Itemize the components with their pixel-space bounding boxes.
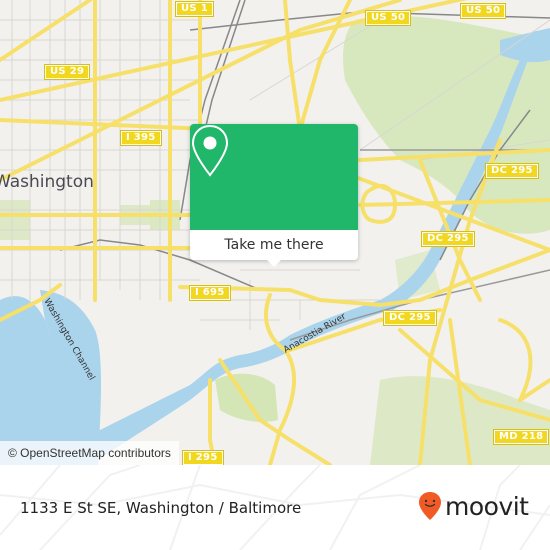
route-shield-dc295: DC 295 bbox=[383, 310, 437, 326]
route-shield-us50: US 50 bbox=[364, 10, 412, 26]
popup-header bbox=[190, 124, 358, 230]
route-shield-i295: I 295 bbox=[182, 450, 224, 465]
footer-bar: 1133 E St SE, Washington / Baltimore moo… bbox=[0, 465, 550, 550]
location-pin-icon bbox=[191, 124, 229, 177]
take-me-there-button[interactable]: Take me there bbox=[190, 230, 358, 260]
route-shield-dc295: DC 295 bbox=[485, 163, 539, 179]
route-shield-us29: US 29 bbox=[43, 64, 91, 80]
map-attribution[interactable]: © OpenStreetMap contributors bbox=[0, 441, 179, 465]
address-text: 1133 E St SE, Washington / Baltimore bbox=[20, 498, 302, 517]
moovit-logo[interactable]: moovit bbox=[418, 491, 529, 521]
map-view[interactable]: Washington Washington Channel Anacostia … bbox=[0, 0, 550, 465]
route-shield-md218: MD 218 bbox=[492, 429, 550, 445]
moovit-pin-icon bbox=[419, 492, 441, 520]
location-popup: Take me there bbox=[190, 124, 358, 267]
moovit-wordmark: moovit bbox=[445, 491, 529, 521]
route-shield-us50: US 50 bbox=[459, 3, 507, 19]
route-shield-i695: I 695 bbox=[189, 285, 231, 301]
route-shield-i395: I 395 bbox=[120, 130, 162, 146]
route-shield-us1: US 1 bbox=[175, 1, 214, 17]
route-shield-dc295: DC 295 bbox=[421, 231, 475, 247]
attribution-text[interactable]: © OpenStreetMap contributors bbox=[8, 446, 171, 460]
city-label: Washington bbox=[0, 172, 94, 192]
popup-pointer bbox=[266, 259, 282, 267]
